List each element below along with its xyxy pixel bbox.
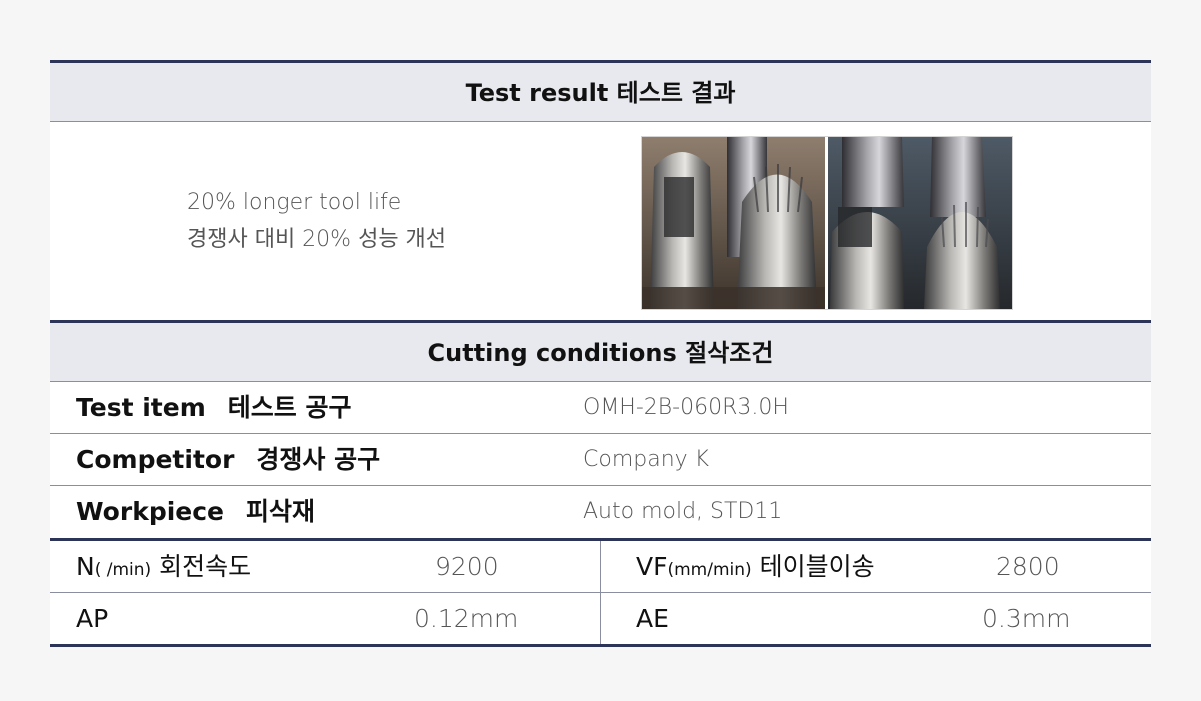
param-row-speed: N( /min) 회전속도 9200 VF(mm/min) 테이블이송 2800 — [50, 541, 1151, 592]
param-row-depth: AP 0.12mm AE 0.3mm — [50, 592, 1151, 644]
label-kr: 피삭재 — [246, 497, 316, 526]
param-label-ap: AP — [76, 604, 109, 633]
condition-row-competitor: Competitor 경쟁사 공구 Company K — [50, 434, 1151, 486]
param-vf-unit: (mm/min) — [667, 560, 752, 580]
param-label-vf: VF(mm/min) 테이블이송 — [636, 541, 875, 596]
parameter-table: N( /min) 회전속도 9200 VF(mm/min) 테이블이송 2800… — [50, 538, 1151, 647]
param-label-ae: AE — [636, 604, 669, 633]
label-en: Workpiece — [76, 497, 225, 526]
condition-label: Test item 테스트 공구 — [76, 382, 351, 434]
condition-value: Company K — [583, 447, 710, 472]
param-label-n: N( /min) 회전속도 — [76, 541, 251, 596]
spec-card: Test result 테스트 결과 20% longer tool life … — [50, 60, 1151, 647]
param-n-kr: 회전속도 — [151, 552, 252, 581]
result-line-1: 20% longer tool life — [187, 190, 402, 215]
test-result-text: 20% longer tool life 경쟁사 대비 20% 성능 개선 — [187, 184, 446, 258]
test-result-header: Test result 테스트 결과 — [50, 60, 1151, 122]
param-value-n: 9200 — [435, 552, 499, 581]
condition-row-workpiece: Workpiece 피삭재 Auto mold, STD11 — [50, 486, 1151, 538]
label-kr: 테스트 공구 — [227, 393, 352, 422]
label-en: Competitor — [76, 445, 235, 474]
milling-tool-photo — [641, 136, 1013, 310]
condition-value: OMH-2B-060R3.0H — [583, 395, 789, 420]
condition-label: Workpiece 피삭재 — [76, 486, 315, 538]
param-value-ae: 0.3mm — [982, 604, 1071, 633]
label-en: Test item — [76, 393, 206, 422]
param-n-unit: ( /min) — [94, 560, 152, 580]
param-vf-main: VF — [636, 552, 668, 581]
condition-label: Competitor 경쟁사 공구 — [76, 434, 380, 486]
label-kr: 경쟁사 공구 — [256, 445, 381, 474]
result-line-2: 경쟁사 대비 20% 성능 개선 — [187, 227, 447, 252]
param-value-ap: 0.12mm — [414, 604, 519, 633]
condition-value: Auto mold, STD11 — [583, 499, 783, 524]
param-value-vf: 2800 — [996, 552, 1060, 581]
test-result-area: 20% longer tool life 경쟁사 대비 20% 성능 개선 — [50, 122, 1151, 320]
param-vf-kr: 테이블이송 — [751, 552, 875, 581]
param-n-main: N — [76, 552, 95, 581]
cutting-conditions-header: Cutting conditions 절삭조건 — [50, 320, 1151, 382]
condition-row-test-item: Test item 테스트 공구 OMH-2B-060R3.0H — [50, 382, 1151, 434]
